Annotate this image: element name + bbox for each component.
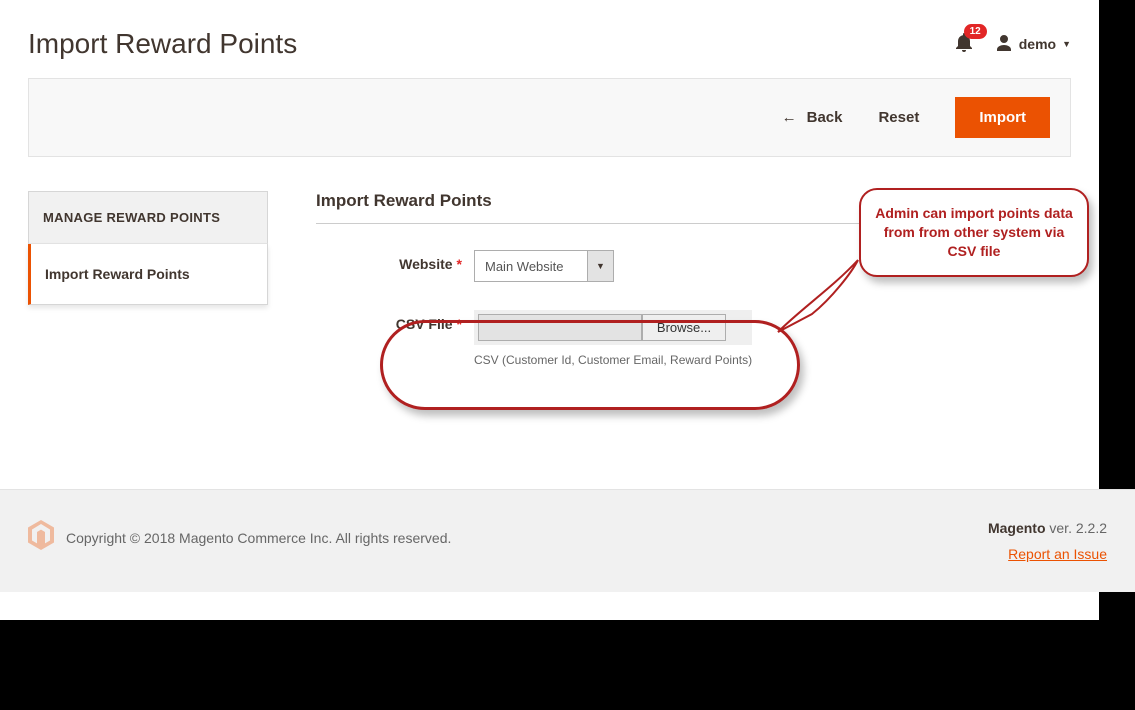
sidebar-heading: MANAGE REWARD POINTS	[28, 191, 268, 244]
right-black-edge	[1099, 0, 1135, 710]
annotation-callout: Admin can import points data from from o…	[859, 188, 1089, 277]
notifications-button[interactable]: 12	[955, 32, 973, 57]
website-select[interactable]: ▼	[474, 250, 614, 282]
footer-copyright: Copyright © 2018 Magento Commerce Inc. A…	[66, 530, 451, 546]
sidebar-item-import-reward-points[interactable]: Import Reward Points	[28, 244, 268, 305]
required-asterisk: *	[457, 256, 462, 272]
user-area: 12 demo ▼	[955, 32, 1071, 57]
user-menu[interactable]: demo ▼	[995, 34, 1071, 55]
back-button[interactable]: ← Back	[782, 109, 843, 126]
caret-down-icon: ▼	[1062, 39, 1071, 49]
import-button[interactable]: Import	[955, 97, 1050, 138]
page-header: Import Reward Points 12 demo ▼	[28, 0, 1071, 78]
footer-version: Magento ver. 2.2.2	[988, 520, 1107, 536]
required-asterisk: *	[457, 316, 462, 332]
avatar-icon	[995, 34, 1013, 55]
website-label: Website*	[316, 250, 462, 272]
csv-file-input[interactable]: Browse...	[474, 310, 752, 345]
footer: Copyright © 2018 Magento Commerce Inc. A…	[0, 489, 1135, 592]
csv-field-row: CSV File* Browse... CSV (Customer Id, Cu…	[316, 310, 1071, 367]
csv-label: CSV File*	[316, 310, 462, 332]
browse-button[interactable]: Browse...	[642, 314, 726, 341]
magento-logo-icon	[28, 520, 54, 555]
notification-badge: 12	[964, 24, 987, 39]
bell-icon	[955, 39, 973, 56]
reset-button[interactable]: Reset	[878, 109, 919, 126]
sidebar: MANAGE REWARD POINTS Import Reward Point…	[28, 191, 268, 395]
back-label: Back	[807, 109, 843, 126]
bottom-black-bar	[0, 620, 1135, 710]
arrow-left-icon: ←	[782, 109, 797, 126]
page-title: Import Reward Points	[28, 28, 297, 60]
chevron-down-icon: ▼	[588, 250, 614, 282]
file-path-display	[478, 314, 642, 341]
username-label: demo	[1019, 36, 1056, 52]
website-select-input[interactable]	[474, 250, 588, 282]
csv-hint: CSV (Customer Id, Customer Email, Reward…	[474, 353, 752, 367]
report-issue-link[interactable]: Report an Issue	[1008, 546, 1107, 562]
action-toolbar: ← Back Reset Import	[28, 78, 1071, 157]
